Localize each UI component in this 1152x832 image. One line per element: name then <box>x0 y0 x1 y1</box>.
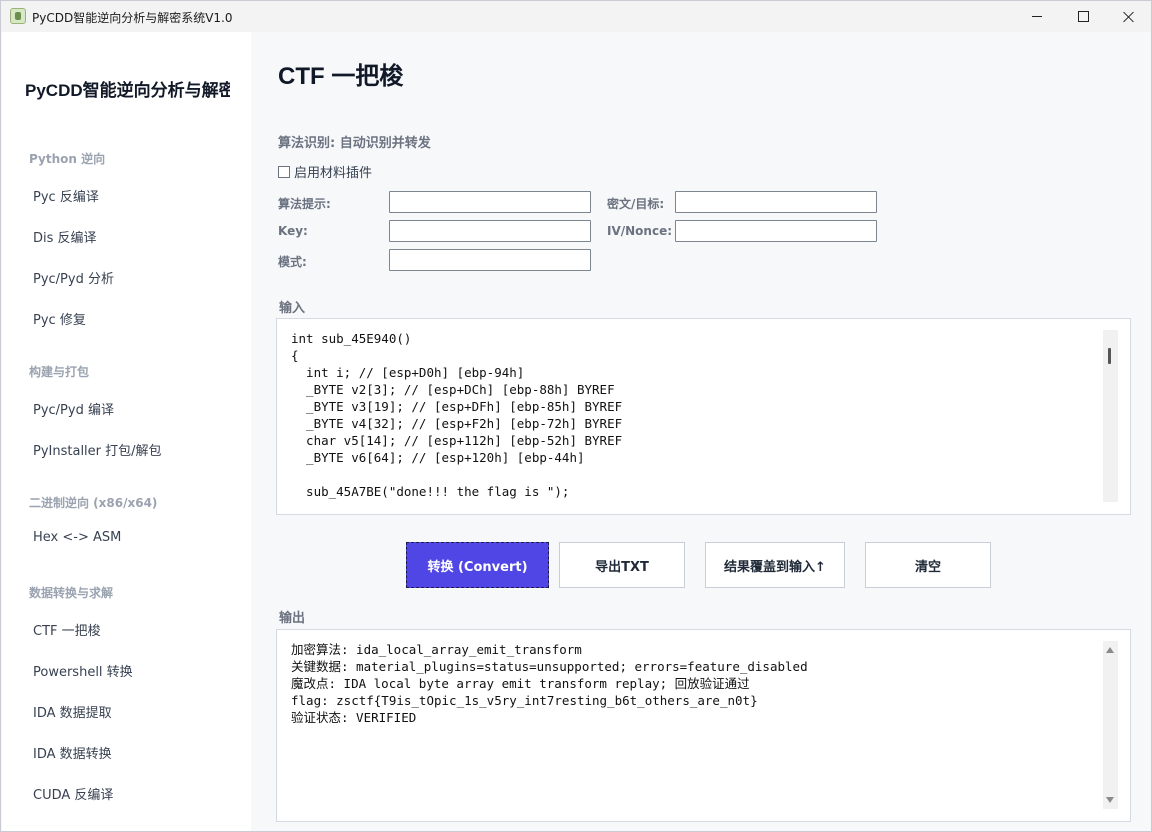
section-data-convert: 数据转换与求解 <box>29 586 114 600</box>
key-label: Key: <box>278 224 308 238</box>
cipher-target-input[interactable] <box>675 191 877 213</box>
output-code-text: 加密算法: ida_local_array_emit_transform 关键数… <box>291 642 808 725</box>
nav-pyc-pyd-analysis[interactable]: Pyc/Pyd 分析 <box>33 268 114 287</box>
plugin-checkbox-label: 启用材料插件 <box>294 166 373 181</box>
key-input[interactable] <box>389 220 591 242</box>
maximize-button[interactable] <box>1060 1 1106 32</box>
overwrite-input-button[interactable]: 结果覆盖到输入↑ <box>705 542 845 588</box>
sidebar-brand: PyCDD智能逆向分析与解密系统V1.0 <box>25 81 230 100</box>
export-txt-button[interactable]: 导出TXT <box>559 542 685 588</box>
scroll-up-icon[interactable] <box>1106 647 1114 653</box>
nav-ida-data-convert[interactable]: IDA 数据转换 <box>33 743 112 762</box>
app-window: PyCDD智能逆向分析与解密系统V1.0 PyCDD智能逆向分析与解密系统V1.… <box>0 0 1152 832</box>
algo-hint-input[interactable] <box>389 191 591 213</box>
nav-pyc-decompile[interactable]: Pyc 反编译 <box>33 186 99 205</box>
algo-hint-label: 算法提示: <box>278 197 331 211</box>
nav-cuda-decompile[interactable]: CUDA 反编译 <box>33 784 113 803</box>
minimize-button[interactable] <box>1014 1 1060 32</box>
algo-detect-label: 算法识别: 自动识别并转发 <box>278 136 431 151</box>
minimize-icon <box>1032 16 1042 17</box>
iv-nonce-input[interactable] <box>675 220 877 242</box>
clear-button[interactable]: 清空 <box>865 542 991 588</box>
iv-nonce-label: IV/Nonce: <box>607 224 673 238</box>
input-code-area[interactable]: int sub_45E940() { int i; // [esp+D0h] [… <box>291 330 1102 502</box>
section-build-package: 构建与打包 <box>29 365 90 379</box>
convert-button[interactable]: 转换 (Convert) <box>406 542 549 588</box>
scroll-down-icon[interactable] <box>1106 797 1114 803</box>
output-scrollbar[interactable] <box>1103 641 1118 809</box>
main-panel: CTF 一把梭 算法识别: 自动识别并转发 启用材料插件 算法提示: 密文/目标… <box>251 32 1151 831</box>
close-icon <box>1123 11 1135 23</box>
nav-pyc-repair[interactable]: Pyc 修复 <box>33 309 86 328</box>
section-binary-reverse: 二进制逆向 (x86/x64) <box>29 496 158 510</box>
input-label: 输入 <box>279 301 306 316</box>
sidebar: PyCDD智能逆向分析与解密系统V1.0 Python 逆向 Pyc 反编译 D… <box>2 32 251 831</box>
nav-ida-data-extract[interactable]: IDA 数据提取 <box>33 702 112 721</box>
plugin-checkbox-row[interactable]: 启用材料插件 <box>278 162 372 181</box>
cipher-target-label: 密文/目标: <box>607 197 665 211</box>
plugin-checkbox[interactable] <box>278 165 290 178</box>
nav-pyinstaller[interactable]: PyInstaller 打包/解包 <box>33 440 162 459</box>
close-button[interactable] <box>1106 1 1152 32</box>
mode-input[interactable] <box>389 249 591 271</box>
window-title: PyCDD智能逆向分析与解密系统V1.0 <box>32 11 233 25</box>
page-title: CTF 一把梭 <box>278 63 404 90</box>
input-scrollbar[interactable] <box>1103 330 1118 502</box>
output-code-area[interactable]: 加密算法: ida_local_array_emit_transform 关键数… <box>291 641 1102 809</box>
maximize-icon <box>1077 11 1089 22</box>
input-scroll-thumb[interactable] <box>1108 348 1111 364</box>
nav-pyc-pyd-compile[interactable]: Pyc/Pyd 编译 <box>33 399 114 418</box>
output-label: 输出 <box>279 611 306 626</box>
nav-powershell-convert[interactable]: Powershell 转换 <box>33 661 133 680</box>
input-textarea[interactable]: int sub_45E940() { int i; // [esp+D0h] [… <box>276 318 1131 515</box>
mode-label: 模式: <box>278 255 307 269</box>
title-bar[interactable]: PyCDD智能逆向分析与解密系统V1.0 <box>1 1 1151 32</box>
nav-dis-decompile[interactable]: Dis 反编译 <box>33 227 97 246</box>
nav-hex-asm[interactable]: Hex <-> ASM <box>33 530 121 545</box>
output-textarea[interactable]: 加密算法: ida_local_array_emit_transform 关键数… <box>276 629 1131 822</box>
section-python-reverse: Python 逆向 <box>29 152 106 166</box>
app-logo-icon <box>10 8 26 24</box>
input-code-text: int sub_45E940() { int i; // [esp+D0h] [… <box>291 331 623 499</box>
nav-ctf-oneshot[interactable]: CTF 一把梭 <box>33 620 101 639</box>
